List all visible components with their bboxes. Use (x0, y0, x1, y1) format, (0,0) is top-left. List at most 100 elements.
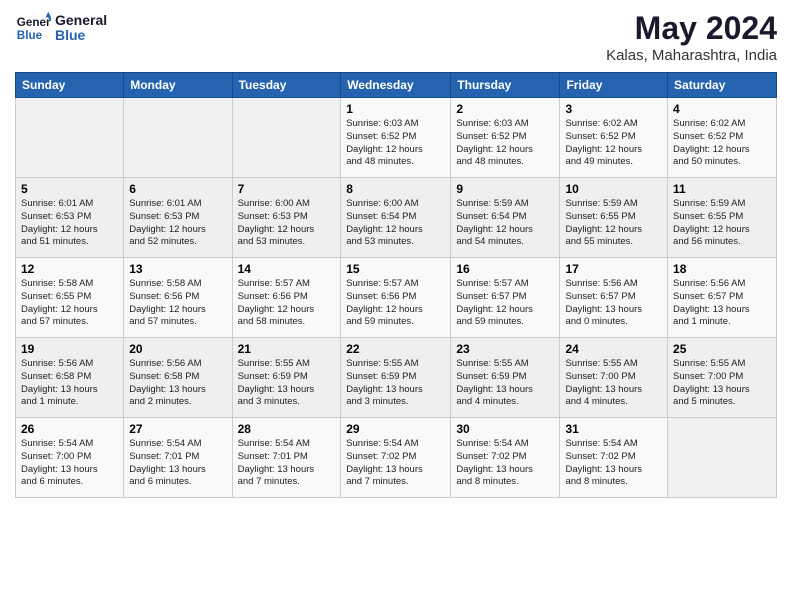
title-block: May 2024 Kalas, Maharashtra, India (606, 10, 777, 64)
calendar-cell: 6 Sunrise: 6:01 AM Sunset: 6:53 PM Daylig… (124, 178, 232, 258)
column-header-thursday: Thursday (451, 73, 560, 98)
column-header-saturday: Saturday (668, 73, 777, 98)
calendar-cell: 21 Sunrise: 5:55 AM Sunset: 6:59 PM Dayli… (232, 338, 341, 418)
day-number: 22 (346, 342, 445, 356)
week-row-2: 5 Sunrise: 6:01 AM Sunset: 6:53 PM Daylig… (16, 178, 777, 258)
day-number: 13 (129, 262, 226, 276)
day-number: 19 (21, 342, 118, 356)
day-number: 18 (673, 262, 771, 276)
page-subtitle: Kalas, Maharashtra, India (606, 47, 777, 64)
day-number: 29 (346, 422, 445, 436)
day-info: Sunrise: 6:02 AM Sunset: 6:52 PM Dayligh… (673, 118, 771, 169)
calendar-cell: 8Sunrise: 6:00 AM Sunset: 6:54 PM Daylig… (341, 178, 451, 258)
column-header-sunday: Sunday (16, 73, 124, 98)
day-info: Sunrise: 5:57 AM Sunset: 6:56 PM Dayligh… (346, 278, 445, 329)
column-header-monday: Monday (124, 73, 232, 98)
calendar-cell: 29 Sunrise: 5:54 AM Sunset: 7:02 PM Dayli… (341, 418, 451, 498)
day-info: Sunrise: 5:54 AM Sunset: 7:02 PM Dayligh… (456, 438, 554, 489)
calendar-cell: 12 Sunrise: 5:58 AM Sunset: 6:55 PM Dayli… (16, 258, 124, 338)
week-row-1: 1 Sunrise: 6:03 AM Sunset: 6:52 PM Daylig… (16, 98, 777, 178)
day-number: 23 (456, 342, 554, 356)
day-number: 27 (129, 422, 226, 436)
day-number: 12 (21, 262, 118, 276)
calendar-cell: 5 Sunrise: 6:01 AM Sunset: 6:53 PM Daylig… (16, 178, 124, 258)
day-info: Sunrise: 5:54 AM Sunset: 7:01 PM Dayligh… (129, 438, 226, 489)
calendar-cell: 31Sunrise: 5:54 AM Sunset: 7:02 PM Dayli… (560, 418, 668, 498)
page-header: General Blue General Blue May 2024 Kalas… (15, 10, 777, 64)
day-number: 10 (565, 182, 662, 196)
day-number: 5 (21, 182, 118, 196)
calendar-cell (124, 98, 232, 178)
week-row-4: 19 Sunrise: 5:56 AM Sunset: 6:58 PM Dayli… (16, 338, 777, 418)
calendar-cell: 25 Sunrise: 5:55 AM Sunset: 7:00 PM Dayli… (668, 338, 777, 418)
day-info: Sunrise: 6:03 AM Sunset: 6:52 PM Dayligh… (346, 118, 445, 169)
calendar-cell: 20Sunrise: 5:56 AM Sunset: 6:58 PM Dayli… (124, 338, 232, 418)
day-info: Sunrise: 6:01 AM Sunset: 6:53 PM Dayligh… (129, 198, 226, 249)
day-number: 4 (673, 102, 771, 116)
svg-text:Blue: Blue (17, 29, 43, 42)
day-number: 21 (238, 342, 336, 356)
day-number: 8 (346, 182, 445, 196)
day-info: Sunrise: 5:58 AM Sunset: 6:55 PM Dayligh… (21, 278, 118, 329)
day-number: 25 (673, 342, 771, 356)
day-info: Sunrise: 6:01 AM Sunset: 6:53 PM Dayligh… (21, 198, 118, 249)
calendar-table: SundayMondayTuesdayWednesdayThursdayFrid… (15, 72, 777, 498)
calendar-cell: 23 Sunrise: 5:55 AM Sunset: 6:59 PM Dayli… (451, 338, 560, 418)
day-number: 11 (673, 182, 771, 196)
day-info: Sunrise: 6:00 AM Sunset: 6:53 PM Dayligh… (238, 198, 336, 249)
calendar-cell: 18 Sunrise: 5:56 AM Sunset: 6:57 PM Dayli… (668, 258, 777, 338)
day-number: 14 (238, 262, 336, 276)
day-info: Sunrise: 5:54 AM Sunset: 7:02 PM Dayligh… (346, 438, 445, 489)
logo-line1: General (55, 13, 107, 28)
day-info: Sunrise: 6:03 AM Sunset: 6:52 PM Dayligh… (456, 118, 554, 169)
day-number: 1 (346, 102, 445, 116)
day-info: Sunrise: 5:57 AM Sunset: 6:56 PM Dayligh… (238, 278, 336, 329)
calendar-cell: 15 Sunrise: 5:57 AM Sunset: 6:56 PM Dayli… (341, 258, 451, 338)
day-info: Sunrise: 5:55 AM Sunset: 6:59 PM Dayligh… (238, 358, 336, 409)
day-number: 6 (129, 182, 226, 196)
day-info: Sunrise: 5:59 AM Sunset: 6:54 PM Dayligh… (456, 198, 554, 249)
day-info: Sunrise: 5:56 AM Sunset: 6:58 PM Dayligh… (21, 358, 118, 409)
calendar-cell: 27 Sunrise: 5:54 AM Sunset: 7:01 PM Dayli… (124, 418, 232, 498)
calendar-cell: 30Sunrise: 5:54 AM Sunset: 7:02 PM Dayli… (451, 418, 560, 498)
page-title: May 2024 (606, 10, 777, 47)
calendar-cell: 19 Sunrise: 5:56 AM Sunset: 6:58 PM Dayli… (16, 338, 124, 418)
day-info: Sunrise: 5:56 AM Sunset: 6:57 PM Dayligh… (673, 278, 771, 329)
calendar-cell: 3Sunrise: 6:02 AM Sunset: 6:52 PM Daylig… (560, 98, 668, 178)
logo: General Blue General Blue (15, 10, 107, 46)
day-info: Sunrise: 5:57 AM Sunset: 6:57 PM Dayligh… (456, 278, 554, 329)
calendar-cell: 17 Sunrise: 5:56 AM Sunset: 6:57 PM Dayli… (560, 258, 668, 338)
day-info: Sunrise: 5:56 AM Sunset: 6:58 PM Dayligh… (129, 358, 226, 409)
calendar-cell: 10Sunrise: 5:59 AM Sunset: 6:55 PM Dayli… (560, 178, 668, 258)
calendar-cell: 11 Sunrise: 5:59 AM Sunset: 6:55 PM Dayli… (668, 178, 777, 258)
day-info: Sunrise: 5:54 AM Sunset: 7:02 PM Dayligh… (565, 438, 662, 489)
day-number: 17 (565, 262, 662, 276)
day-number: 15 (346, 262, 445, 276)
calendar-cell: 16Sunrise: 5:57 AM Sunset: 6:57 PM Dayli… (451, 258, 560, 338)
day-number: 9 (456, 182, 554, 196)
calendar-cell: 1 Sunrise: 6:03 AM Sunset: 6:52 PM Daylig… (341, 98, 451, 178)
day-info: Sunrise: 5:55 AM Sunset: 6:59 PM Dayligh… (346, 358, 445, 409)
calendar-cell: 7 Sunrise: 6:00 AM Sunset: 6:53 PM Daylig… (232, 178, 341, 258)
day-info: Sunrise: 5:56 AM Sunset: 6:57 PM Dayligh… (565, 278, 662, 329)
calendar-cell: 26Sunrise: 5:54 AM Sunset: 7:00 PM Dayli… (16, 418, 124, 498)
calendar-cell (16, 98, 124, 178)
day-info: Sunrise: 5:58 AM Sunset: 6:56 PM Dayligh… (129, 278, 226, 329)
logo-line2: Blue (55, 28, 107, 43)
calendar-cell: 14 Sunrise: 5:57 AM Sunset: 6:56 PM Dayli… (232, 258, 341, 338)
calendar-header-row: SundayMondayTuesdayWednesdayThursdayFrid… (16, 73, 777, 98)
day-info: Sunrise: 6:02 AM Sunset: 6:52 PM Dayligh… (565, 118, 662, 169)
calendar-cell (232, 98, 341, 178)
day-number: 24 (565, 342, 662, 356)
day-info: Sunrise: 5:55 AM Sunset: 6:59 PM Dayligh… (456, 358, 554, 409)
day-info: Sunrise: 5:59 AM Sunset: 6:55 PM Dayligh… (673, 198, 771, 249)
day-number: 28 (238, 422, 336, 436)
column-header-tuesday: Tuesday (232, 73, 341, 98)
calendar-cell: 22 Sunrise: 5:55 AM Sunset: 6:59 PM Dayli… (341, 338, 451, 418)
day-info: Sunrise: 5:55 AM Sunset: 7:00 PM Dayligh… (673, 358, 771, 409)
day-number: 26 (21, 422, 118, 436)
day-number: 2 (456, 102, 554, 116)
day-number: 7 (238, 182, 336, 196)
day-info: Sunrise: 5:55 AM Sunset: 7:00 PM Dayligh… (565, 358, 662, 409)
week-row-3: 12 Sunrise: 5:58 AM Sunset: 6:55 PM Dayli… (16, 258, 777, 338)
